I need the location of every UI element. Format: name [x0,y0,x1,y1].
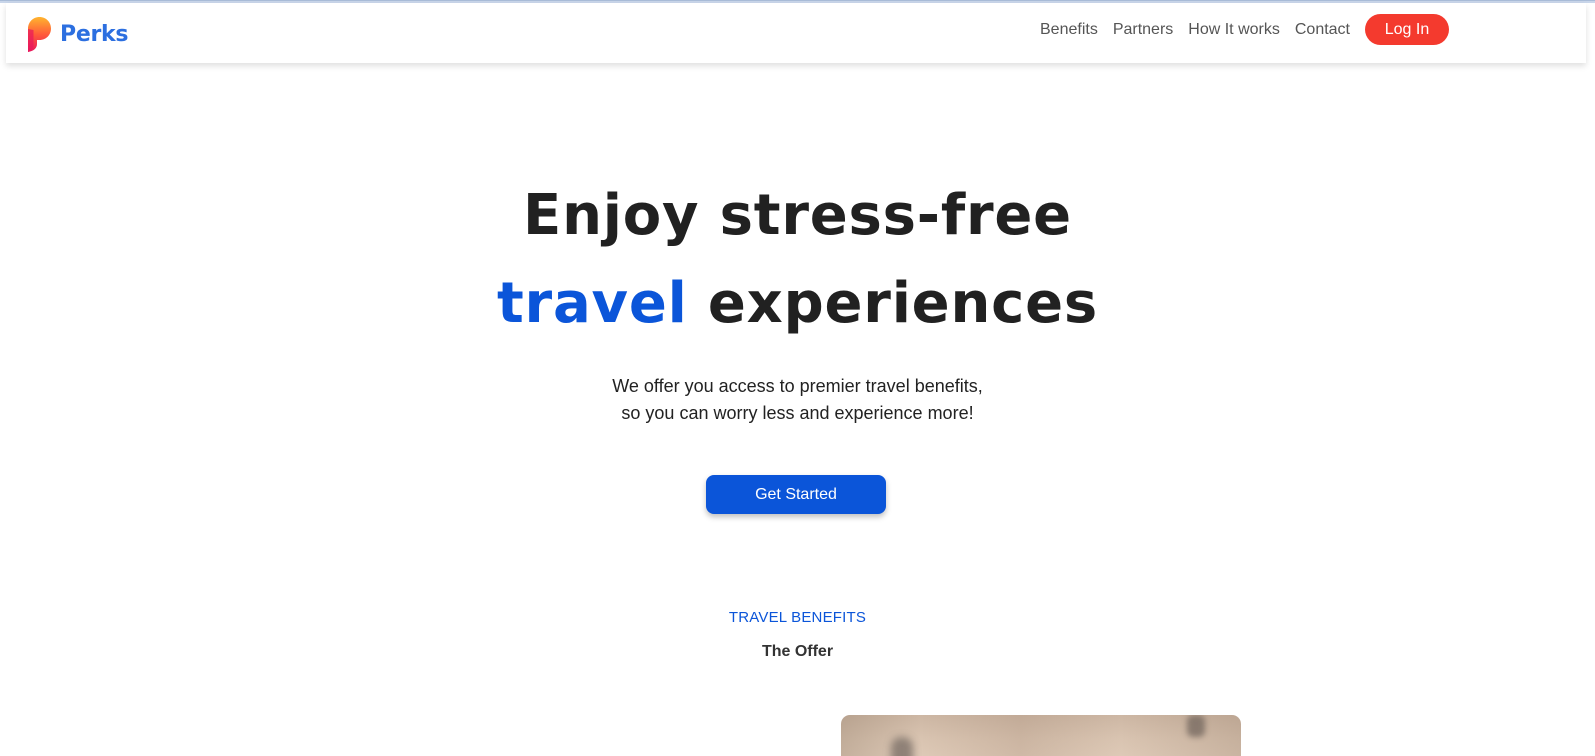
section-title: The Offer [761,643,834,660]
nav-link-benefits[interactable]: Benefits [1040,21,1098,39]
hero-subtitle-line1: We offer you access to premier travel be… [612,376,983,396]
image-blur-shape [1187,715,1205,737]
nav-links: Benefits Partners How It works Contact L… [1040,14,1449,45]
nav-link-how-it-works[interactable]: How It works [1188,21,1280,39]
page: Perks Benefits Partners How It works Con… [0,0,1595,756]
hero-subtitle-line2: so you can worry less and experience mor… [621,403,974,423]
nav-link-partners[interactable]: Partners [1113,21,1173,39]
get-started-button[interactable]: Get Started [706,475,886,514]
offer-image [841,715,1241,756]
hero-title-rest: experiences [687,271,1099,336]
navbar: Perks Benefits Partners How It works Con… [6,3,1586,63]
nav-link-contact[interactable]: Contact [1295,21,1350,39]
logo[interactable]: Perks [26,16,128,52]
image-blur-shape [891,737,913,756]
login-button[interactable]: Log In [1365,14,1449,45]
hero-title-line1: Enjoy stress-free [523,183,1072,248]
brand-name: Perks [60,21,129,47]
perks-logo-icon [28,17,51,52]
section-eyebrow: TRAVEL BENEFITS [728,609,867,626]
hero-title-accent: travel [496,271,688,336]
hero-title-line2: travel experiences [0,271,1595,336]
